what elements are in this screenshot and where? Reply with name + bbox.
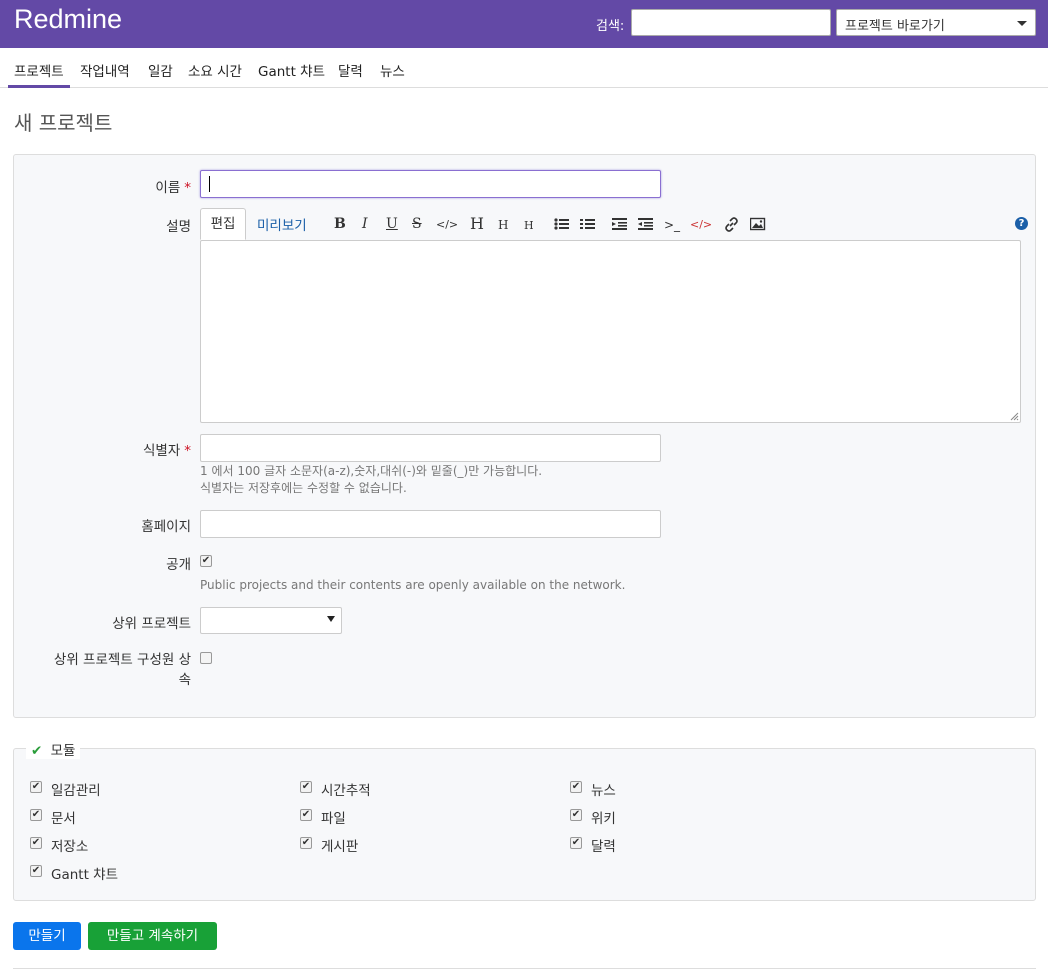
project-jump-dropdown[interactable]: 프로젝트 바로가기: [836, 9, 1036, 36]
menu-item-news[interactable]: 뉴스: [380, 60, 405, 80]
public-label: 공개: [166, 557, 191, 573]
module-label: Gantt 챠트: [51, 867, 119, 883]
description-label: 설명: [166, 219, 191, 235]
homepage-label: 홈페이지: [141, 519, 191, 535]
description-textarea[interactable]: [200, 240, 1021, 423]
name-input[interactable]: [200, 170, 661, 198]
menu-item-spent-time[interactable]: 소요 시간: [188, 60, 242, 80]
page-title: 새 프로젝트: [14, 111, 113, 135]
identifier-hint-2: 식별자는 저장후에는 수정할 수 없습니다.: [200, 481, 407, 495]
menu-item-issues[interactable]: 일감: [148, 60, 173, 80]
search-label: 검색:: [596, 19, 625, 34]
outdent-icon[interactable]: [638, 217, 654, 231]
identifier-input[interactable]: [200, 434, 661, 462]
main-menu: 프로젝트 작업내역 일감 소요 시간 Gantt 챠트 달력 뉴스: [0, 48, 1048, 88]
heading3-button[interactable]: H: [524, 219, 534, 232]
app-title[interactable]: Redmine: [14, 4, 122, 35]
module-checkbox-files[interactable]: ✔: [300, 809, 312, 821]
module-checkbox-repository[interactable]: ✔: [30, 837, 42, 849]
module-checkbox-documents[interactable]: ✔: [30, 809, 42, 821]
search-input[interactable]: [631, 9, 831, 36]
module-label: 일감관리: [51, 783, 101, 799]
required-mark: *: [184, 443, 191, 459]
top-header: Redmine 검색: 프로젝트 바로가기: [0, 0, 1048, 48]
module-checkbox-issue-tracking[interactable]: ✔: [30, 781, 42, 793]
module-label: 뉴스: [591, 783, 616, 799]
numbered-list-icon[interactable]: [580, 217, 596, 231]
module-checkbox-time-tracking[interactable]: ✔: [300, 781, 312, 793]
module-checkbox-news[interactable]: ✔: [570, 781, 582, 793]
bullet-list-icon[interactable]: [554, 217, 570, 231]
parent-project-select[interactable]: [200, 607, 342, 634]
module-checkbox-gantt[interactable]: ✔: [30, 865, 42, 877]
menu-item-calendar[interactable]: 달력: [338, 60, 363, 80]
identifier-label: 식별자 *: [142, 443, 191, 459]
image-icon[interactable]: [750, 217, 766, 231]
italic-button[interactable]: I: [362, 216, 368, 232]
modules-fieldset: ✔ 모듈 ✔ 일감관리 ✔ 시간추적 ✔ 뉴스 ✔ 문서 ✔ 파일 ✔ 위키 ✔…: [13, 739, 1036, 901]
underline-button[interactable]: U: [386, 216, 398, 232]
project-jump-label: 프로젝트 바로가기: [845, 19, 945, 34]
tab-edit[interactable]: 편집: [200, 208, 246, 240]
parent-project-label: 상위 프로젝트: [112, 616, 191, 632]
strikethrough-button[interactable]: S: [412, 216, 422, 232]
inherit-members-label: 상위 프로젝트 구성원 상 속: [53, 652, 191, 688]
module-label: 문서: [51, 811, 76, 827]
public-checkbox[interactable]: ✔: [200, 555, 212, 567]
module-label: 파일: [321, 811, 346, 827]
module-checkbox-boards[interactable]: ✔: [300, 837, 312, 849]
check-icon: ✔: [31, 743, 43, 759]
module-label: 달력: [591, 839, 616, 855]
inherit-members-checkbox[interactable]: [200, 652, 212, 664]
module-label: 시간추적: [321, 783, 371, 799]
chevron-down-icon: [327, 616, 335, 622]
bold-button[interactable]: B: [334, 216, 346, 232]
module-label: 게시판: [321, 839, 359, 855]
menu-item-projects[interactable]: 프로젝트: [8, 60, 70, 88]
homepage-input[interactable]: [200, 510, 661, 538]
resize-handle-icon[interactable]: [1010, 412, 1019, 421]
inline-code-button[interactable]: </>: [690, 218, 712, 231]
module-checkbox-wiki[interactable]: ✔: [570, 809, 582, 821]
heading1-button[interactable]: H: [470, 214, 484, 233]
public-hint: Public projects and their contents are o…: [200, 578, 626, 592]
footer-divider: [13, 968, 1036, 969]
chevron-down-icon: [1017, 21, 1027, 26]
create-button[interactable]: 만들기: [13, 922, 81, 950]
create-and-continue-button[interactable]: 만들고 계속하기: [88, 922, 217, 950]
pre-button[interactable]: >_: [664, 218, 680, 232]
name-label: 이름 *: [155, 180, 191, 196]
menu-item-gantt[interactable]: Gantt 챠트: [258, 60, 325, 80]
code-button[interactable]: </>: [436, 218, 458, 231]
identifier-hint-1: 1 에서 100 글자 소문자(a-z),숫자,대쉬(-)와 밑줄(_)만 가능…: [200, 464, 543, 478]
project-form-box: 이름 * 설명 편집 미리보기 B I U S </> H H H >_ </>…: [13, 154, 1036, 718]
heading2-button[interactable]: H: [498, 218, 508, 232]
menu-item-activity[interactable]: 작업내역: [80, 60, 130, 80]
indent-icon[interactable]: [612, 217, 628, 231]
tab-preview[interactable]: 미리보기: [257, 214, 307, 234]
module-label: 위키: [591, 811, 616, 827]
module-label: 저장소: [51, 839, 89, 855]
required-mark: *: [184, 180, 191, 196]
editor-toolbar: B I U S </> H H H >_ </> ?: [332, 214, 1032, 234]
module-checkbox-calendar[interactable]: ✔: [570, 837, 582, 849]
help-icon[interactable]: ?: [1015, 217, 1028, 230]
link-icon[interactable]: [724, 217, 739, 232]
modules-legend: ✔ 모듈: [26, 739, 81, 759]
